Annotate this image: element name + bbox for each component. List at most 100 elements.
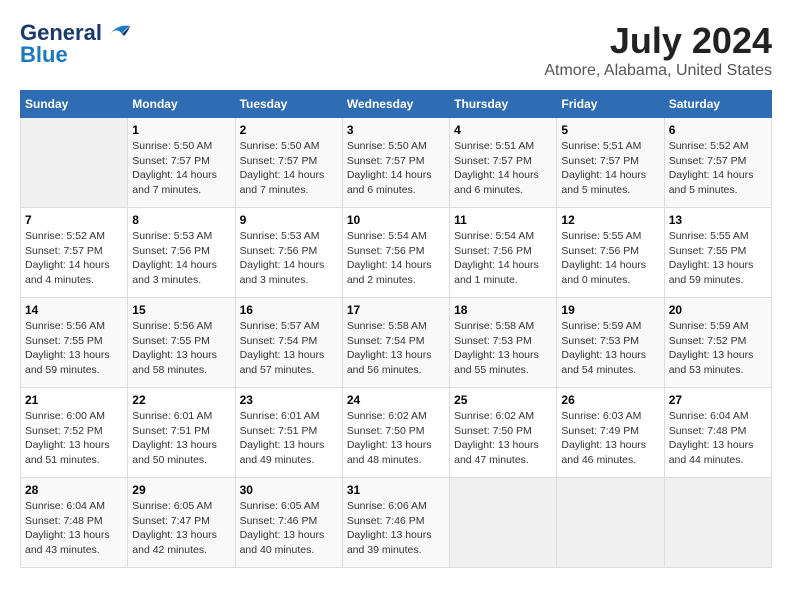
cell-content: Sunrise: 5:51 AM Sunset: 7:57 PM Dayligh… xyxy=(454,139,552,198)
column-header-saturday: Saturday xyxy=(664,91,771,118)
date-number: 26 xyxy=(561,393,659,407)
date-number: 1 xyxy=(132,123,230,137)
calendar-cell: 23Sunrise: 6:01 AM Sunset: 7:51 PM Dayli… xyxy=(235,388,342,478)
logo-blue: Blue xyxy=(20,42,68,68)
date-number: 5 xyxy=(561,123,659,137)
location-subtitle: Atmore, Alabama, United States xyxy=(544,62,772,80)
calendar-cell: 18 Sunrise: 5:58 AM Sunset: 7:53 PM Dayli… xyxy=(450,298,557,388)
calendar-cell xyxy=(557,478,664,568)
date-number: 27 xyxy=(669,393,767,407)
cell-content: Sunrise: 5:57 AM Sunset: 7:54 PM Dayligh… xyxy=(240,319,338,378)
date-number: 19 xyxy=(561,303,659,317)
cell-content: Sunrise: 5:56 AM Sunset: 7:55 PM Dayligh… xyxy=(25,319,123,378)
calendar-cell: 28 Sunrise: 6:04 AM Sunset: 7:48 PM Dayli… xyxy=(21,478,128,568)
cell-content: Sunrise: 5:53 AM Sunset: 7:56 PM Dayligh… xyxy=(240,229,338,288)
cell-content: Sunrise: 6:04 AM Sunset: 7:48 PM Dayligh… xyxy=(669,409,767,468)
date-number: 3 xyxy=(347,123,445,137)
calendar-cell: 27 Sunrise: 6:04 AM Sunset: 7:48 PM Dayli… xyxy=(664,388,771,478)
calendar-cell: 14 Sunrise: 5:56 AM Sunset: 7:55 PM Dayli… xyxy=(21,298,128,388)
calendar-week-1: 1 Sunrise: 5:50 AM Sunset: 7:57 PM Daylig… xyxy=(21,118,772,208)
date-number: 17 xyxy=(347,303,445,317)
header-row: SundayMondayTuesdayWednesdayThursdayFrid… xyxy=(21,91,772,118)
cell-content: Sunrise: 6:05 AM Sunset: 7:47 PM Dayligh… xyxy=(132,499,230,558)
date-number: 20 xyxy=(669,303,767,317)
column-header-monday: Monday xyxy=(128,91,235,118)
calendar-cell: 5Sunrise: 5:51 AM Sunset: 7:57 PM Daylig… xyxy=(557,118,664,208)
date-number: 6 xyxy=(669,123,767,137)
calendar-cell: 7 Sunrise: 5:52 AM Sunset: 7:57 PM Daylig… xyxy=(21,208,128,298)
cell-content: Sunrise: 5:52 AM Sunset: 7:57 PM Dayligh… xyxy=(669,139,767,198)
date-number: 8 xyxy=(132,213,230,227)
date-number: 30 xyxy=(240,483,338,497)
logo: General Blue xyxy=(20,20,132,68)
cell-content: Sunrise: 6:04 AM Sunset: 7:48 PM Dayligh… xyxy=(25,499,123,558)
column-header-thursday: Thursday xyxy=(450,91,557,118)
date-number: 7 xyxy=(25,213,123,227)
cell-content: Sunrise: 5:55 AM Sunset: 7:56 PM Dayligh… xyxy=(561,229,659,288)
date-number: 25 xyxy=(454,393,552,407)
calendar-cell xyxy=(664,478,771,568)
cell-content: Sunrise: 5:52 AM Sunset: 7:57 PM Dayligh… xyxy=(25,229,123,288)
cell-content: Sunrise: 5:59 AM Sunset: 7:53 PM Dayligh… xyxy=(561,319,659,378)
cell-content: Sunrise: 5:55 AM Sunset: 7:55 PM Dayligh… xyxy=(669,229,767,288)
date-number: 13 xyxy=(669,213,767,227)
date-number: 22 xyxy=(132,393,230,407)
page-header: General Blue July 2024 Atmore, Alabama, … xyxy=(20,20,772,80)
calendar-cell: 16 Sunrise: 5:57 AM Sunset: 7:54 PM Dayli… xyxy=(235,298,342,388)
cell-content: Sunrise: 5:58 AM Sunset: 7:53 PM Dayligh… xyxy=(454,319,552,378)
calendar-cell: 13 Sunrise: 5:55 AM Sunset: 7:55 PM Dayli… xyxy=(664,208,771,298)
cell-content: Sunrise: 5:54 AM Sunset: 7:56 PM Dayligh… xyxy=(454,229,552,288)
date-number: 12 xyxy=(561,213,659,227)
column-header-tuesday: Tuesday xyxy=(235,91,342,118)
cell-content: Sunrise: 5:50 AM Sunset: 7:57 PM Dayligh… xyxy=(132,139,230,198)
calendar-cell: 8Sunrise: 5:53 AM Sunset: 7:56 PM Daylig… xyxy=(128,208,235,298)
calendar-cell: 6 Sunrise: 5:52 AM Sunset: 7:57 PM Daylig… xyxy=(664,118,771,208)
date-number: 15 xyxy=(132,303,230,317)
cell-content: Sunrise: 5:50 AM Sunset: 7:57 PM Dayligh… xyxy=(347,139,445,198)
column-header-sunday: Sunday xyxy=(21,91,128,118)
calendar-cell: 20 Sunrise: 5:59 AM Sunset: 7:52 PM Dayli… xyxy=(664,298,771,388)
calendar-cell: 21Sunrise: 6:00 AM Sunset: 7:52 PM Dayli… xyxy=(21,388,128,478)
cell-content: Sunrise: 6:01 AM Sunset: 7:51 PM Dayligh… xyxy=(240,409,338,468)
column-header-wednesday: Wednesday xyxy=(342,91,449,118)
calendar-cell: 1 Sunrise: 5:50 AM Sunset: 7:57 PM Daylig… xyxy=(128,118,235,208)
calendar-cell: 31 Sunrise: 6:06 AM Sunset: 7:46 PM Dayli… xyxy=(342,478,449,568)
calendar-week-3: 14 Sunrise: 5:56 AM Sunset: 7:55 PM Dayli… xyxy=(21,298,772,388)
date-number: 24 xyxy=(347,393,445,407)
date-number: 31 xyxy=(347,483,445,497)
cell-content: Sunrise: 5:56 AM Sunset: 7:55 PM Dayligh… xyxy=(132,319,230,378)
title-section: July 2024 Atmore, Alabama, United States xyxy=(544,20,772,80)
calendar-cell: 26 Sunrise: 6:03 AM Sunset: 7:49 PM Dayli… xyxy=(557,388,664,478)
calendar-cell: 30 Sunrise: 6:05 AM Sunset: 7:46 PM Dayli… xyxy=(235,478,342,568)
cell-content: Sunrise: 5:54 AM Sunset: 7:56 PM Dayligh… xyxy=(347,229,445,288)
cell-content: Sunrise: 6:02 AM Sunset: 7:50 PM Dayligh… xyxy=(454,409,552,468)
calendar-cell: 10Sunrise: 5:54 AM Sunset: 7:56 PM Dayli… xyxy=(342,208,449,298)
date-number: 4 xyxy=(454,123,552,137)
date-number: 16 xyxy=(240,303,338,317)
calendar-cell: 9Sunrise: 5:53 AM Sunset: 7:56 PM Daylig… xyxy=(235,208,342,298)
calendar-cell xyxy=(450,478,557,568)
calendar-cell: 17 Sunrise: 5:58 AM Sunset: 7:54 PM Dayli… xyxy=(342,298,449,388)
date-number: 21 xyxy=(25,393,123,407)
cell-content: Sunrise: 6:03 AM Sunset: 7:49 PM Dayligh… xyxy=(561,409,659,468)
calendar-cell: 2Sunrise: 5:50 AM Sunset: 7:57 PM Daylig… xyxy=(235,118,342,208)
cell-content: Sunrise: 6:05 AM Sunset: 7:46 PM Dayligh… xyxy=(240,499,338,558)
date-number: 18 xyxy=(454,303,552,317)
date-number: 28 xyxy=(25,483,123,497)
calendar-cell: 19 Sunrise: 5:59 AM Sunset: 7:53 PM Dayli… xyxy=(557,298,664,388)
calendar-week-2: 7 Sunrise: 5:52 AM Sunset: 7:57 PM Daylig… xyxy=(21,208,772,298)
cell-content: Sunrise: 6:06 AM Sunset: 7:46 PM Dayligh… xyxy=(347,499,445,558)
calendar-cell: 3 Sunrise: 5:50 AM Sunset: 7:57 PM Daylig… xyxy=(342,118,449,208)
calendar-cell: 15 Sunrise: 5:56 AM Sunset: 7:55 PM Dayli… xyxy=(128,298,235,388)
date-number: 29 xyxy=(132,483,230,497)
date-number: 14 xyxy=(25,303,123,317)
date-number: 11 xyxy=(454,213,552,227)
date-number: 2 xyxy=(240,123,338,137)
cell-content: Sunrise: 5:58 AM Sunset: 7:54 PM Dayligh… xyxy=(347,319,445,378)
calendar-cell: 12 Sunrise: 5:55 AM Sunset: 7:56 PM Dayli… xyxy=(557,208,664,298)
calendar-cell: 29 Sunrise: 6:05 AM Sunset: 7:47 PM Dayli… xyxy=(128,478,235,568)
calendar-table: SundayMondayTuesdayWednesdayThursdayFrid… xyxy=(20,90,772,568)
calendar-week-4: 21Sunrise: 6:00 AM Sunset: 7:52 PM Dayli… xyxy=(21,388,772,478)
cell-content: Sunrise: 5:59 AM Sunset: 7:52 PM Dayligh… xyxy=(669,319,767,378)
calendar-cell xyxy=(21,118,128,208)
